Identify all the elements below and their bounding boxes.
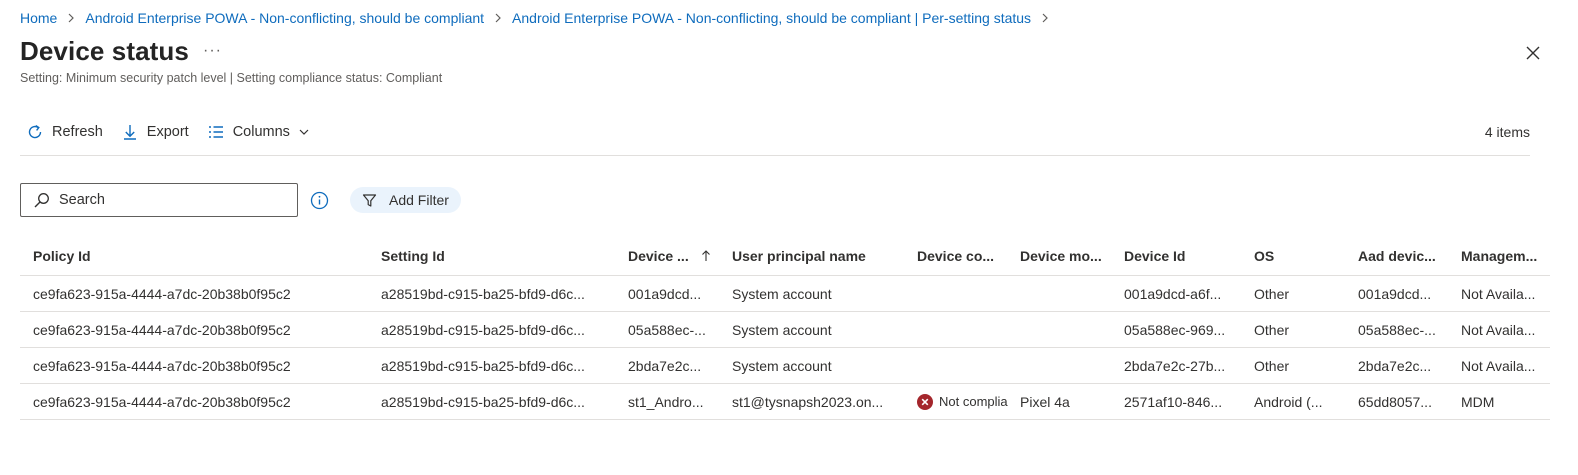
cell-user-principal-name: System account — [732, 285, 832, 302]
cell-policy-id: ce9fa623-915a-4444-a7dc-20b38b0f95c2 — [33, 321, 291, 338]
cell-device-id: 001a9dcd-a6f... — [1124, 285, 1222, 302]
cell-policy-id: ce9fa623-915a-4444-a7dc-20b38b0f95c2 — [33, 285, 291, 302]
cell-os: Other — [1254, 285, 1290, 302]
table-row[interactable]: ce9fa623-915a-4444-a7dc-20b38b0f95c2 a28… — [20, 384, 1550, 420]
cell-device-model — [1020, 312, 1112, 347]
refresh-icon — [28, 125, 42, 139]
breadcrumb: Home Android Enterprise POWA - Non-confl… — [20, 8, 1059, 28]
export-label: Export — [146, 124, 189, 140]
table-row[interactable]: ce9fa623-915a-4444-a7dc-20b38b0f95c2 a28… — [20, 348, 1550, 384]
chevron-right-icon — [1039, 12, 1051, 24]
compliance-status-text: Not complia — [939, 394, 1008, 409]
chevron-down-icon — [299, 129, 309, 135]
cell-policy-id: ce9fa623-915a-4444-a7dc-20b38b0f95c2 — [33, 393, 291, 410]
cell-device-model: Pixel 4a — [1020, 393, 1070, 410]
cell-device-name[interactable]: st1_Andro... — [628, 384, 720, 419]
cell-device-id: 05a588ec-969... — [1124, 321, 1226, 338]
toolbar: Refresh Export Columns — [26, 118, 328, 146]
cell-device-compliance — [917, 312, 1009, 347]
breadcrumb-home[interactable]: Home — [20, 10, 57, 26]
cell-setting-id: a28519bd-c915-ba25-bfd9-d6c... — [381, 285, 585, 302]
cell-device-name[interactable]: 05a588ec-... — [628, 312, 720, 347]
column-header-policy-id[interactable]: Policy Id — [33, 236, 363, 275]
column-header-setting-id[interactable]: Setting Id — [381, 236, 609, 275]
download-icon — [123, 125, 136, 140]
filter-icon — [362, 193, 377, 207]
cell-management: Not Availa... — [1461, 285, 1536, 302]
toolbar-divider — [20, 155, 1530, 156]
column-header-device-model[interactable]: Device mo... — [1020, 236, 1112, 275]
cell-device-name[interactable]: 001a9dcd... — [628, 276, 720, 311]
cell-setting-id: a28519bd-c915-ba25-bfd9-d6c... — [381, 393, 585, 410]
page-subtitle: Setting: Minimum security patch level | … — [20, 71, 443, 85]
list-columns-icon — [208, 126, 223, 138]
breadcrumb-per-setting-status[interactable]: Android Enterprise POWA - Non-conflictin… — [512, 10, 1031, 26]
cell-os: Other — [1254, 357, 1290, 374]
table-header-row: Policy Id Setting Id Device ... User pri… — [20, 236, 1550, 276]
search-icon — [34, 192, 49, 207]
column-header-aad-device[interactable]: Aad devic... — [1358, 236, 1450, 275]
column-header-management[interactable]: Managem... — [1461, 236, 1550, 275]
column-header-os[interactable]: OS — [1254, 236, 1346, 275]
cell-aad-device: 05a588ec-... — [1358, 321, 1436, 338]
cell-device-name[interactable]: 2bda7e2c... — [628, 348, 720, 383]
error-circle-icon — [917, 393, 933, 410]
column-header-device-id[interactable]: Device Id — [1124, 236, 1244, 275]
add-filter-label: Add Filter — [389, 192, 449, 208]
breadcrumb-policy[interactable]: Android Enterprise POWA - Non-conflictin… — [85, 10, 484, 26]
cell-setting-id: a28519bd-c915-ba25-bfd9-d6c... — [381, 321, 585, 338]
sort-ascending-icon — [701, 249, 710, 261]
export-button[interactable]: Export — [121, 123, 189, 141]
column-header-device-name-label: Device ... — [628, 247, 689, 264]
columns-label: Columns — [232, 124, 290, 140]
cell-user-principal-name: st1@tysnapsh2023.on... — [732, 393, 884, 410]
search-box[interactable] — [20, 183, 298, 217]
column-header-device-name[interactable]: Device ... — [628, 236, 720, 275]
cell-user-principal-name: System account — [732, 357, 832, 374]
page-title: Device status — [20, 36, 189, 66]
cell-device-compliance — [917, 276, 1009, 311]
cell-management: Not Availa... — [1461, 321, 1536, 338]
cell-device-model — [1020, 276, 1112, 311]
add-filter-button[interactable]: Add Filter — [350, 187, 461, 213]
more-options-icon[interactable]: ··· — [203, 42, 222, 60]
cell-os: Other — [1254, 321, 1290, 338]
cell-device-id: 2571af10-846... — [1124, 393, 1223, 410]
cell-device-id: 2bda7e2c-27b... — [1124, 357, 1226, 374]
cell-device-compliance — [917, 348, 1009, 383]
cell-aad-device: 001a9dcd... — [1358, 285, 1432, 302]
cell-management: Not Availa... — [1461, 357, 1536, 374]
cell-aad-device: 65dd8057... — [1358, 393, 1432, 410]
cell-device-model — [1020, 348, 1112, 383]
column-header-user-principal-name[interactable]: User principal name — [732, 236, 904, 275]
cell-os: Android (... — [1254, 393, 1323, 410]
chevron-right-icon — [492, 12, 504, 24]
cell-policy-id: ce9fa623-915a-4444-a7dc-20b38b0f95c2 — [33, 357, 291, 374]
cell-device-compliance: Not complia — [917, 384, 1009, 419]
device-status-table: Policy Id Setting Id Device ... User pri… — [20, 236, 1550, 420]
column-header-device-compliance[interactable]: Device co... — [917, 236, 1009, 275]
close-icon[interactable] — [1522, 42, 1544, 64]
chevron-right-icon — [65, 12, 77, 24]
info-icon[interactable] — [310, 191, 329, 210]
search-input[interactable] — [59, 192, 259, 208]
refresh-label: Refresh — [52, 124, 103, 140]
cell-aad-device: 2bda7e2c... — [1358, 357, 1432, 374]
cell-setting-id: a28519bd-c915-ba25-bfd9-d6c... — [381, 357, 585, 374]
cell-management: MDM — [1461, 393, 1495, 410]
refresh-button[interactable]: Refresh — [26, 123, 103, 141]
columns-button[interactable]: Columns — [207, 123, 310, 141]
item-count: 4 items — [1484, 124, 1530, 140]
table-row[interactable]: ce9fa623-915a-4444-a7dc-20b38b0f95c2 a28… — [20, 312, 1550, 348]
cell-user-principal-name: System account — [732, 321, 832, 338]
table-row[interactable]: ce9fa623-915a-4444-a7dc-20b38b0f95c2 a28… — [20, 276, 1550, 312]
